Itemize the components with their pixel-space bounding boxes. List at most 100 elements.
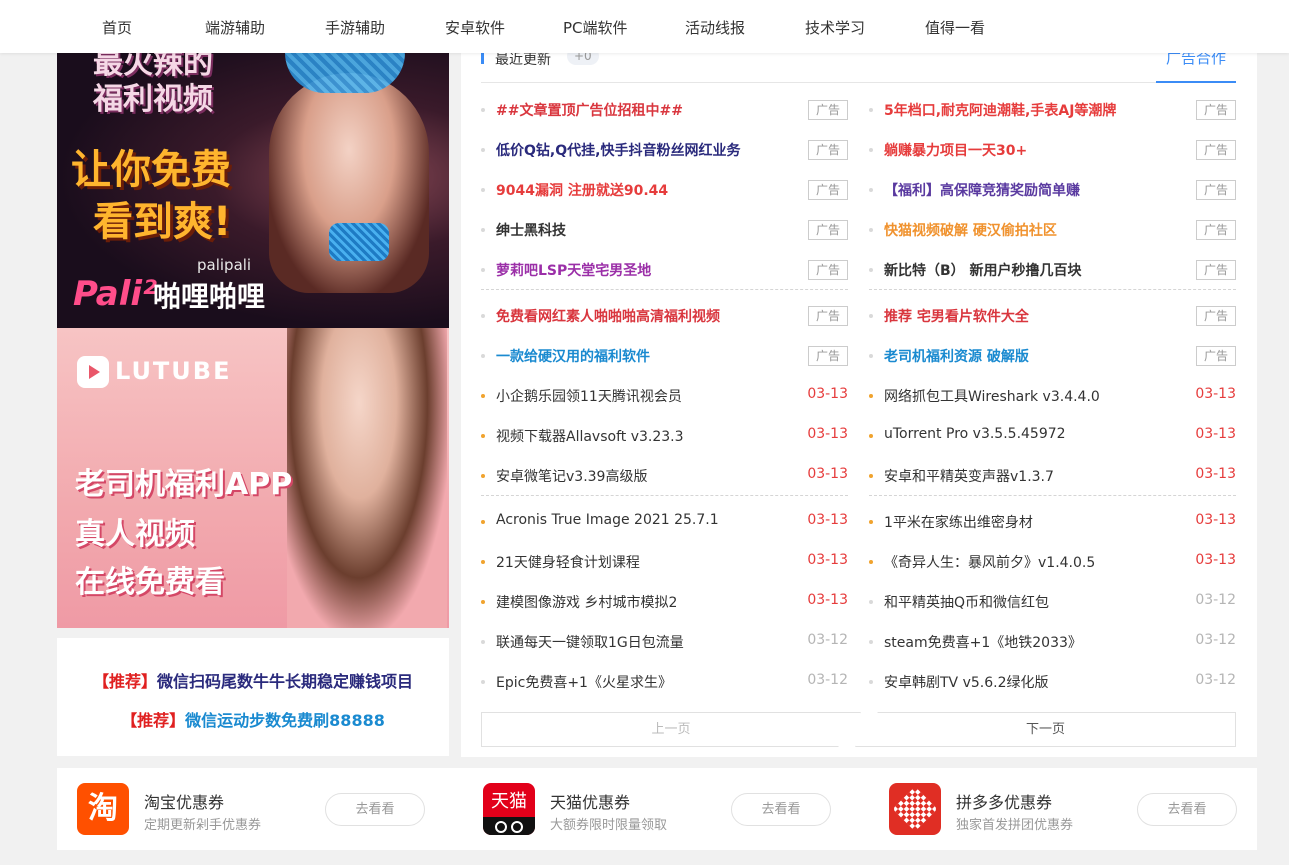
post-list-item[interactable]: 视频下载器Allavsoft v3.23.3 03-13 [481,416,848,456]
ad-list-item[interactable]: 一款给硬汉用的福利软件 广告 [481,336,848,376]
ad-title[interactable]: 老司机福利资源 破解版 [884,346,1029,366]
post-title[interactable]: 1平米在家练出维密身材 [884,512,1033,532]
post-date: 03-13 [1195,466,1236,482]
nav-item-android-software[interactable]: 安卓软件 [445,17,505,38]
coupon-view-button[interactable]: 去看看 [731,793,831,826]
ad-list-item[interactable]: 新比特（B） 新用户秒撸几百块 广告 [869,250,1236,290]
post-title[interactable]: 安卓韩剧TV v5.6.2绿化版 [884,672,1049,692]
coupon-subtitle: 定期更新剁手优惠券 [144,818,262,833]
bullet-dot [481,148,485,152]
post-title[interactable]: 和平精英抽Q币和微信红包 [884,592,1049,612]
ad-list-item[interactable]: 低价Q钻,Q代挂,快手抖音粉丝网红业务 广告 [481,130,848,170]
ad-title[interactable]: 新比特（B） 新用户秒撸几百块 [884,260,1082,280]
bullet-dot [481,434,485,438]
nav-item-home[interactable]: 首页 [102,17,132,38]
ad-list-item[interactable]: 快猫视频破解 硬汉偷拍社区 广告 [869,210,1236,250]
recommend-link[interactable]: 【推荐】微信运动步数免费刷88888 [57,707,449,731]
ad-title[interactable]: 一款给硬汉用的福利软件 [496,346,650,366]
prev-page-button[interactable]: 上一页 [481,712,861,747]
coupon-view-button[interactable]: 去看看 [1137,793,1237,826]
nav-item-worth-seeing[interactable]: 值得一看 [925,17,985,38]
post-title[interactable]: uTorrent Pro v3.5.5.45972 [884,426,1066,442]
coupon-tmall[interactable]: 天猫 天猫优惠券 大额券限时限量领取 去看看 [463,768,863,850]
post-title[interactable]: 建模图像游戏 乡村城市模拟2 [496,592,677,612]
banner-headline-3: 让你免费 [71,147,231,193]
post-list-item[interactable]: steam免费喜+1《地铁2033》 03-12 [869,622,1236,662]
ad-title[interactable]: 9044漏洞 注册就送90.44 [496,180,668,200]
ad-title[interactable]: 绅士黑科技 [496,220,566,240]
next-page-button[interactable]: 下一页 [855,712,1236,747]
post-list-item[interactable]: 21天健身轻食计划课程 03-13 [481,542,848,582]
ad-list-item[interactable]: 9044漏洞 注册就送90.44 广告 [481,170,848,210]
post-title[interactable]: 《奇异人生：暴风前夕》v1.4.0.5 [884,552,1095,572]
ad-tag: 广告 [808,140,848,160]
post-title[interactable]: steam免费喜+1《地铁2033》 [884,632,1082,652]
bullet-dot [869,188,873,192]
bullet-dot [481,188,485,192]
ad-list-item[interactable]: 绅士黑科技 广告 [481,210,848,250]
bullet-dot [869,314,873,318]
post-list-item[interactable]: 和平精英抽Q币和微信红包 03-12 [869,582,1236,622]
post-title[interactable]: Acronis True Image 2021 25.7.1 [496,512,719,528]
ad-title[interactable]: 推荐 宅男看片软件大全 [884,306,1029,326]
ad-title[interactable]: ##文章置顶广告位招租中## [496,100,683,120]
ad-title[interactable]: 低价Q钻,Q代挂,快手抖音粉丝网红业务 [496,140,740,160]
ad-list-item[interactable]: 萝莉吧LSP天堂宅男圣地 广告 [481,250,848,290]
ad-title[interactable]: 快猫视频破解 硬汉偷拍社区 [884,220,1057,240]
post-date: 03-13 [807,386,848,402]
post-list-item[interactable]: 安卓微笔记v3.39高级版 03-13 [481,456,848,496]
ad-tag: 广告 [808,220,848,240]
ad-list-item[interactable]: 5年档口,耐克阿迪潮鞋,手表AJ等潮牌 广告 [869,90,1236,130]
post-list-item[interactable]: 小企鹅乐园领11天腾讯视会员 03-13 [481,376,848,416]
ad-list-item[interactable]: ##文章置顶广告位招租中## 广告 [481,90,848,130]
post-list-item[interactable]: Acronis True Image 2021 25.7.1 03-13 [481,502,848,542]
ad-title[interactable]: 5年档口,耐克阿迪潮鞋,手表AJ等潮牌 [884,100,1116,120]
ad-list-item[interactable]: 【福利】高保障竞猜奖励简单赚 广告 [869,170,1236,210]
post-list-item[interactable]: uTorrent Pro v3.5.5.45972 03-13 [869,416,1236,456]
post-title[interactable]: 安卓和平精英变声器v1.3.7 [884,466,1054,486]
post-list-item[interactable]: 1平米在家练出维密身材 03-13 [869,502,1236,542]
ad-banner-palipali[interactable]: 最火辣的 福利视频 让你免费 看到爽! palipali Pali² 啪哩啪哩 [57,53,449,328]
post-list-item[interactable]: 网络抓包工具Wireshark v3.4.4.0 03-13 [869,376,1236,416]
post-title[interactable]: 21天健身轻食计划课程 [496,552,640,572]
post-title[interactable]: 小企鹅乐园领11天腾讯视会员 [496,386,682,406]
ad-list-item[interactable]: 免费看网红素人啪啪啪高清福利视频 广告 [481,296,848,336]
post-title[interactable]: 安卓微笔记v3.39高级版 [496,466,647,486]
post-title[interactable]: Epic免费喜+1《火星求生》 [496,672,672,692]
ad-title[interactable]: 免费看网红素人啪啪啪高清福利视频 [496,306,720,326]
post-title[interactable]: 联通每天一键领取1G日包流量 [496,632,684,652]
ad-title[interactable]: 【福利】高保障竞猜奖励简单赚 [884,180,1080,200]
post-list-item[interactable]: 联通每天一键领取1G日包流量 03-12 [481,622,848,662]
post-date: 03-13 [1195,512,1236,528]
nav-item-activity-news[interactable]: 活动线报 [685,17,745,38]
ad-list-item[interactable]: 躺赚暴力项目一天30+ 广告 [869,130,1236,170]
nav-item-pc-software[interactable]: PC端软件 [563,17,628,38]
post-list-item[interactable]: 安卓和平精英变声器v1.3.7 03-13 [869,456,1236,496]
post-list-item[interactable]: Epic免费喜+1《火星求生》 03-12 [481,662,848,702]
coupon-view-button[interactable]: 去看看 [325,793,425,826]
bullet-dot [481,314,485,318]
ad-title[interactable]: 萝莉吧LSP天堂宅男圣地 [496,260,651,280]
ad-tag: 广告 [808,260,848,280]
post-title[interactable]: 视频下载器Allavsoft v3.23.3 [496,426,684,446]
ad-title[interactable]: 躺赚暴力项目一天30+ [884,140,1027,160]
ad-banner-lutube[interactable]: LUTUBE 老司机福利APP 真人视频 在线免费看 [57,328,449,628]
ad-tag: 广告 [808,346,848,366]
coupon-taobao[interactable]: 淘 淘宝优惠券 定期更新剁手优惠券 去看看 [57,768,457,850]
post-list-item[interactable]: 建模图像游戏 乡村城市模拟2 03-13 [481,582,848,622]
post-title[interactable]: 网络抓包工具Wireshark v3.4.4.0 [884,386,1100,406]
post-list-item[interactable]: 安卓韩剧TV v5.6.2绿化版 03-12 [869,662,1236,702]
coupon-pinduoduo[interactable]: 拼多多优惠券 独家首发拼团优惠券 去看看 [869,768,1269,850]
tmall-icon-text: 天猫 [491,791,527,812]
ad-list-item[interactable]: 老司机福利资源 破解版 广告 [869,336,1236,376]
recommend-link[interactable]: 【推荐】微信扫码尾数牛牛长期稳定赚钱项目 [57,668,449,692]
nav-item-mobile-game-assist[interactable]: 手游辅助 [325,17,385,38]
nav-item-tech-learning[interactable]: 技术学习 [805,17,865,38]
post-list-item[interactable]: 《奇异人生：暴风前夕》v1.4.0.5 03-13 [869,542,1236,582]
nav-item-pc-game-assist[interactable]: 端游辅助 [205,17,265,38]
bullet-dot [869,474,873,478]
recommend-tag: 【推荐】 [92,672,157,691]
post-date: 03-12 [1195,632,1236,648]
post-date: 03-13 [1195,386,1236,402]
ad-list-item[interactable]: 推荐 宅男看片软件大全 广告 [869,296,1236,336]
